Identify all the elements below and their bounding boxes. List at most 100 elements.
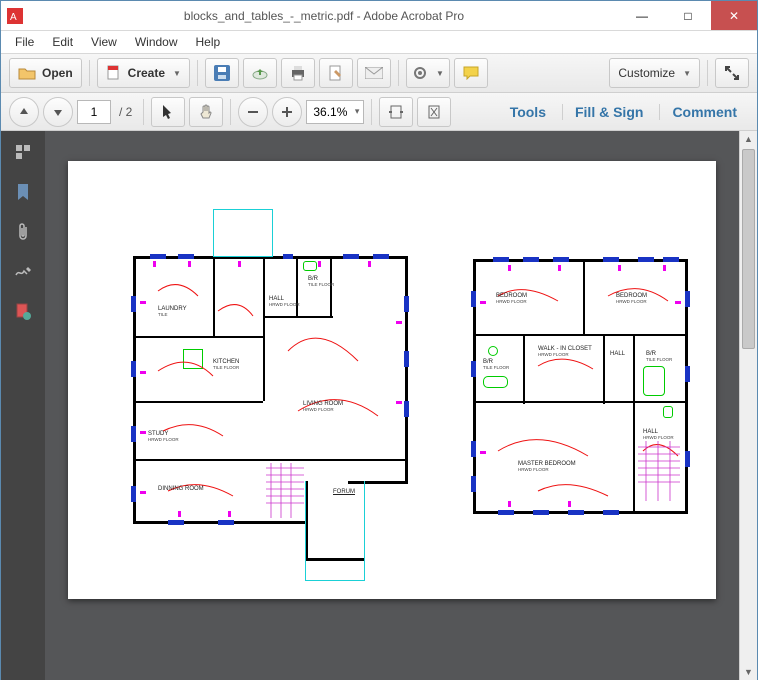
comment-bubble-button[interactable] (454, 58, 488, 88)
settings-button[interactable]: ▼ (406, 58, 450, 88)
chevron-down-icon: ▼ (436, 69, 444, 78)
floorplan-left: LAUNDRYTILE KITCHENTILE FLOOR STUDYHRWD … (118, 201, 408, 531)
next-page-button[interactable] (43, 97, 73, 127)
separator (197, 60, 198, 86)
label-master: MASTER BEDROOMHRWD FLOOR (518, 461, 576, 473)
page-total-label: / 2 (115, 105, 136, 119)
label-bedroom2: BEDROOMHRWD FLOOR (616, 293, 647, 305)
save-button[interactable] (205, 58, 239, 88)
menu-view[interactable]: View (83, 33, 125, 51)
label-br2: B/RTILE FLOOR (646, 351, 672, 363)
folder-open-icon (18, 66, 36, 80)
separator (398, 60, 399, 86)
scroll-down-icon[interactable]: ▼ (740, 664, 757, 680)
comment-panel-link[interactable]: Comment (659, 104, 749, 120)
label-living: LIVING ROOMHRWD FLOOR (303, 401, 343, 413)
vertical-scrollbar[interactable]: ▲ ▼ (739, 131, 757, 680)
label-kitchen: KITCHENTILE FLOOR (213, 359, 239, 371)
document-viewer[interactable]: LAUNDRYTILE KITCHENTILE FLOOR STUDYHRWD … (45, 131, 739, 680)
bookmark-icon[interactable] (12, 181, 34, 203)
label-laundry: LAUNDRYTILE (158, 306, 187, 318)
menu-bar: File Edit View Window Help (1, 31, 757, 53)
menu-help[interactable]: Help (188, 33, 229, 51)
prev-page-button[interactable] (9, 97, 39, 127)
fill-sign-panel-link[interactable]: Fill & Sign (562, 104, 655, 120)
open-button[interactable]: Open (9, 58, 82, 88)
toolbar-nav: / 2 36.1% Tools Fill & Sign Comment (1, 93, 757, 131)
fit-page-button[interactable] (417, 97, 451, 127)
maximize-button[interactable]: □ (665, 1, 711, 30)
fit-width-icon (388, 105, 404, 119)
zoom-select[interactable]: 36.1% (306, 100, 364, 124)
hand-icon (198, 104, 214, 120)
cloud-upload-icon (251, 66, 269, 80)
expand-icon (725, 66, 739, 80)
label-dinning: DINNING ROOM (158, 486, 204, 492)
print-button[interactable] (281, 58, 315, 88)
email-button[interactable] (357, 58, 391, 88)
workspace: LAUNDRYTILE KITCHENTILE FLOOR STUDYHRWD … (1, 131, 757, 680)
zoom-out-button[interactable] (238, 97, 268, 127)
separator (143, 99, 144, 125)
create-button[interactable]: Create ▼ (97, 58, 190, 88)
signatures-icon[interactable] (12, 261, 34, 283)
plus-icon (281, 106, 293, 118)
label-study: STUDYHRWD FLOOR (148, 431, 179, 443)
fit-page-icon (427, 104, 441, 120)
zoom-in-button[interactable] (272, 97, 302, 127)
scrollbar-thumb[interactable] (742, 149, 755, 349)
layers-icon[interactable] (12, 301, 34, 323)
navigation-pane (1, 131, 45, 680)
attachment-icon[interactable] (12, 221, 34, 243)
thumbnails-icon[interactable] (12, 141, 34, 163)
save-icon (214, 65, 230, 81)
label-br1: B/RTILE FLOOR (483, 359, 509, 371)
separator (230, 99, 231, 125)
arrow-up-icon (19, 107, 29, 117)
envelope-icon (365, 67, 383, 79)
label-forum: FORUM (333, 489, 355, 495)
svg-text:A: A (10, 12, 17, 23)
fullscreen-button[interactable] (715, 58, 749, 88)
menu-file[interactable]: File (7, 33, 42, 51)
speech-bubble-icon (463, 66, 479, 80)
fit-width-button[interactable] (379, 97, 413, 127)
scroll-up-icon[interactable]: ▲ (740, 131, 757, 147)
app-icon: A (1, 8, 29, 24)
edit-doc-button[interactable] (319, 58, 353, 88)
edit-document-icon (328, 65, 344, 81)
floorplan-right: BEDROOMHRWD FLOOR BEDROOMHRWD FLOOR WALK… (468, 251, 693, 521)
tools-panel-link[interactable]: Tools (498, 104, 558, 120)
separator (371, 99, 372, 125)
customize-button[interactable]: Customize ▼ (609, 58, 700, 88)
customize-label: Customize (618, 66, 675, 80)
select-tool-button[interactable] (151, 97, 185, 127)
cursor-icon (161, 104, 175, 120)
chevron-down-icon: ▼ (683, 69, 691, 78)
label-walkin: WALK - IN CLOSETHRWD FLOOR (538, 346, 592, 358)
chevron-down-icon: ▼ (173, 69, 181, 78)
page-number-input[interactable] (77, 100, 111, 124)
create-label: Create (128, 66, 165, 80)
gear-icon (412, 65, 428, 81)
minimize-button[interactable]: — (619, 1, 665, 30)
hand-tool-button[interactable] (189, 97, 223, 127)
separator (89, 60, 90, 86)
separator (707, 60, 708, 86)
open-label: Open (42, 66, 73, 80)
menu-window[interactable]: Window (127, 33, 186, 51)
cloud-button[interactable] (243, 58, 277, 88)
print-icon (290, 65, 306, 81)
create-pdf-icon (106, 65, 122, 81)
label-hall2: HALLHRWD FLOOR (643, 429, 674, 441)
menu-edit[interactable]: Edit (44, 33, 81, 51)
window-title: blocks_and_tables_-_metric.pdf - Adobe A… (29, 9, 619, 23)
arrow-down-icon (53, 107, 63, 117)
label-bedroom1: BEDROOMHRWD FLOOR (496, 293, 527, 305)
close-button[interactable]: ✕ (711, 1, 757, 30)
title-bar: A blocks_and_tables_-_metric.pdf - Adobe… (1, 1, 757, 31)
toolbar-main: Open Create ▼ ▼ Customize ▼ (1, 53, 757, 93)
zoom-value: 36.1% (313, 105, 347, 119)
pdf-page: LAUNDRYTILE KITCHENTILE FLOOR STUDYHRWD … (68, 161, 716, 599)
minus-icon (247, 106, 259, 118)
